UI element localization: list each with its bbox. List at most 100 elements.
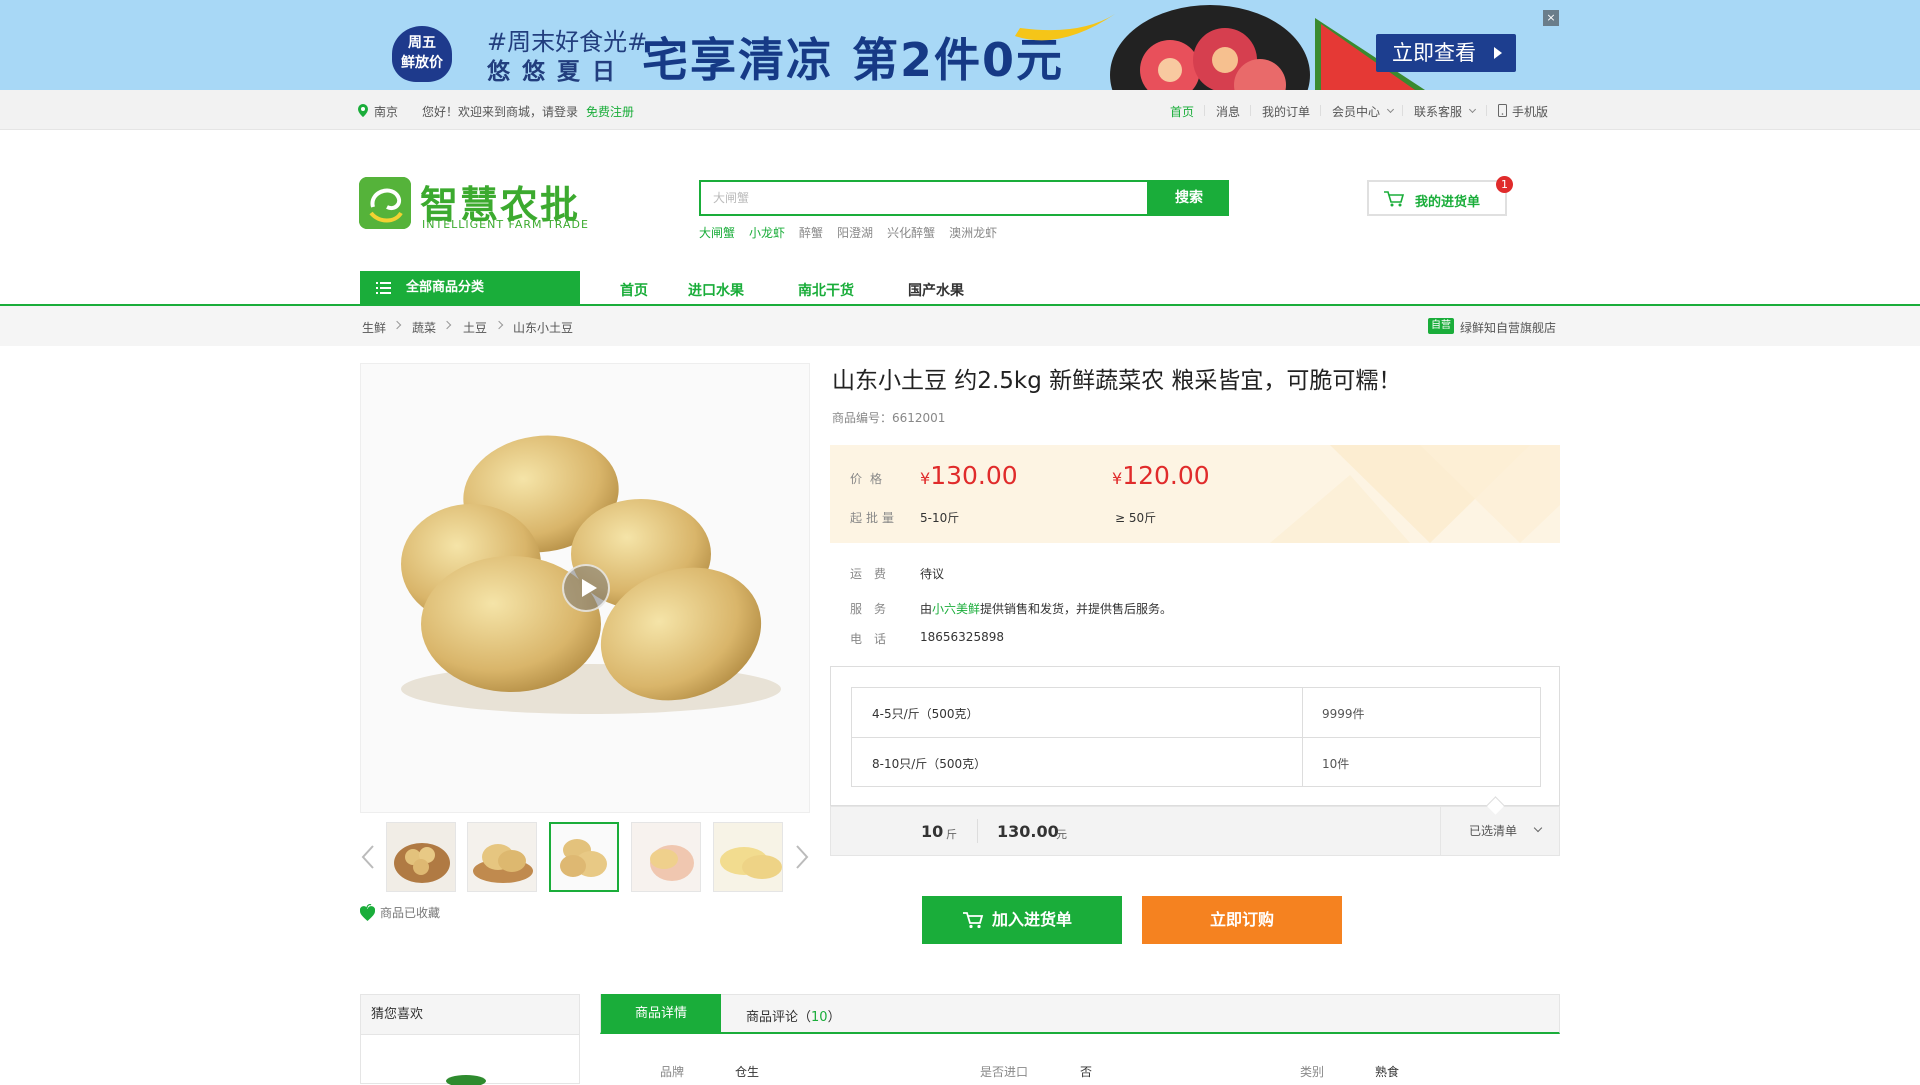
breadcrumb-arrow-icon — [442, 320, 452, 330]
logo-icon[interactable] — [359, 177, 411, 229]
product-title: 山东小土豆 约2.5kg 新鲜蔬菜农 粮采皆宜，可脆可糯！ — [832, 368, 1402, 394]
banner-headline: 宅享清凉 第2件0元 — [642, 33, 1065, 87]
welcome-text: 您好！欢迎来到商城，请登录 — [422, 105, 579, 119]
spec-name: 8-10只/斤（500克） — [872, 757, 987, 771]
product-main-image[interactable] — [360, 363, 810, 813]
add-to-cart-button[interactable]: 加入进货单 — [922, 896, 1122, 944]
top-link-member[interactable]: 会员中心 — [1332, 103, 1380, 120]
cart-count-badge: 1 — [1496, 176, 1513, 193]
promo-banner[interactable]: 周五 鲜放价 #周末好食光# 悠悠夏日 宅享清凉 第2件0元 立即查看 × — [0, 0, 1920, 90]
chevron-down-icon — [1386, 105, 1395, 114]
nav-item-imported-fruit[interactable]: 进口水果 — [688, 280, 744, 300]
top-link-mobile[interactable]: 手机版 — [1512, 103, 1548, 120]
favorite-status[interactable]: 商品已收藏 — [360, 904, 440, 921]
hot-keyword[interactable]: 澳洲龙虾 — [949, 226, 997, 240]
tier2-price: ¥120.00 — [1112, 461, 1210, 490]
location-pin-icon — [358, 104, 368, 117]
spec-row[interactable]: 4-5只/斤（500克） 9999件 — [852, 688, 1540, 737]
banner-badge: 周五 鲜放价 — [392, 26, 452, 82]
self-operated-badge: 自营 — [1428, 318, 1454, 334]
register-link[interactable]: 免费注册 — [586, 103, 634, 120]
hot-keyword[interactable]: 大闸蟹 — [699, 226, 735, 240]
spec-selector: 4-5只/斤（500克） 9999件 8-10只/斤（500克） 10件 — [830, 666, 1560, 806]
product-code: 商品编号：6612001 — [832, 411, 946, 425]
tier1-quantity: 5-10斤 — [920, 511, 960, 525]
favorite-heart-icon — [360, 904, 375, 921]
tab-product-detail[interactable]: 商品详情 — [601, 994, 721, 1034]
selected-list-toggle[interactable]: 已选清单 — [1440, 806, 1560, 856]
search-button[interactable]: 搜索 — [1149, 180, 1229, 216]
store-name-link[interactable]: 绿鲜知自营旗舰店 — [1460, 319, 1556, 336]
tier1-price: ¥130.00 — [920, 461, 1018, 490]
service-label: 服务 — [850, 602, 899, 616]
attribute-key: 是否进口 — [980, 1065, 1029, 1079]
spec-name: 4-5只/斤（500克） — [872, 707, 979, 721]
all-categories-label: 全部商品分类 — [406, 280, 485, 295]
top-link-home[interactable]: 首页 — [1170, 103, 1194, 120]
breadcrumb-arrow-icon — [494, 320, 504, 330]
hot-keyword[interactable]: 阳澄湖 — [837, 226, 873, 240]
attribute-value: 否 — [1080, 1065, 1093, 1079]
hot-keyword[interactable]: 小龙虾 — [749, 226, 785, 240]
thumbnail-image[interactable] — [386, 822, 456, 892]
hot-keyword[interactable]: 兴化醉蟹 — [887, 226, 935, 240]
price-label: 价格 — [850, 472, 891, 486]
menu-icon — [376, 282, 391, 294]
shipping-label: 运费 — [850, 567, 899, 581]
nav-item-dry-goods[interactable]: 南北干货 — [798, 280, 854, 300]
top-link-orders[interactable]: 我的订单 — [1262, 103, 1310, 120]
chevron-down-icon — [1533, 823, 1543, 833]
thumbnail-image[interactable] — [631, 822, 701, 892]
spec-stock: 10件 — [1322, 757, 1350, 771]
moq-label: 起批量 — [850, 511, 899, 525]
thumbnail-image-selected[interactable] — [549, 822, 619, 892]
location-text[interactable]: 南京 — [374, 103, 398, 120]
cart-icon — [1384, 191, 1405, 207]
spec-stock: 9999件 — [1322, 707, 1365, 721]
all-categories-button[interactable]: 全部商品分类 — [360, 271, 580, 305]
top-bar: 南京 您好！欢迎来到商城，请登录 免费注册 首页 消息 我的订单 会员中心 联系… — [0, 90, 1920, 130]
recommended-product-image[interactable] — [441, 1065, 491, 1085]
banner-close-button[interactable]: × — [1543, 10, 1559, 26]
search-input[interactable] — [699, 180, 1149, 216]
spec-row[interactable]: 8-10只/斤（500克） 10件 — [852, 737, 1540, 787]
thumb-next-arrow-icon[interactable] — [795, 845, 809, 869]
service-value: 由小六美鲜提供销售和发货，并提供售后服务。 — [920, 602, 1173, 616]
thumbnail-image[interactable] — [713, 822, 783, 892]
hot-keyword[interactable]: 醉蟹 — [799, 226, 823, 240]
breadcrumb-arrow-icon — [392, 320, 402, 330]
breadcrumb: 生鲜 蔬菜 土豆 山东小土豆 自营 绿鲜知自营旗舰店 — [0, 306, 1920, 346]
cart-icon — [963, 912, 984, 929]
detail-tabs: 商品详情 商品评论（10） — [600, 994, 1560, 1034]
buy-now-button[interactable]: 立即订购 — [1142, 896, 1342, 944]
banana-icon — [1015, 14, 1115, 41]
top-link-messages[interactable]: 消息 — [1216, 103, 1240, 120]
breadcrumb-item[interactable]: 生鲜 — [362, 319, 386, 336]
selected-list-label: 已选清单 — [1469, 824, 1518, 838]
price-panel: 价格 ¥130.00 ¥120.00 起批量 5-10斤 ≥ 50斤 — [830, 445, 1560, 543]
nav-item-domestic-fruit[interactable]: 国产水果 — [908, 280, 964, 300]
favorite-text: 商品已收藏 — [380, 906, 441, 920]
phone-value: 18656325898 — [920, 630, 1004, 644]
banner-subline: 悠悠夏日 — [487, 59, 627, 85]
cart-button[interactable]: 我的进货单 1 — [1367, 176, 1513, 216]
top-link-support[interactable]: 联系客服 — [1414, 103, 1462, 120]
tab-product-reviews[interactable]: 商品评论（10） — [746, 1006, 841, 1025]
attribute-value: 仓生 — [735, 1065, 760, 1079]
banner-cta-button[interactable]: 立即查看 — [1376, 34, 1516, 72]
thumbnail-image[interactable] — [467, 822, 537, 892]
vendor-link[interactable]: 小六美鲜 — [932, 602, 980, 616]
price-panel-decoration — [1270, 445, 1560, 543]
fruit-plate-image — [1110, 5, 1310, 90]
nav-item-home[interactable]: 首页 — [620, 280, 648, 300]
spec-table: 4-5只/斤（500克） 9999件 8-10只/斤（500克） 10件 — [851, 687, 1541, 787]
review-count: 10 — [811, 1010, 828, 1025]
play-video-button[interactable] — [562, 564, 610, 612]
breadcrumb-item[interactable]: 蔬菜 — [412, 319, 436, 336]
hot-keywords: 大闸蟹 小龙虾 醉蟹 阳澄湖 兴化醉蟹 澳洲龙虾 — [699, 224, 1011, 241]
thumb-prev-arrow-icon[interactable] — [361, 845, 375, 869]
phone-label: 电话 — [850, 632, 899, 646]
breadcrumb-item[interactable]: 土豆 — [463, 319, 487, 336]
breadcrumb-current: 山东小土豆 — [513, 321, 574, 335]
recommendations-panel: 猜您喜欢 — [360, 994, 580, 1085]
